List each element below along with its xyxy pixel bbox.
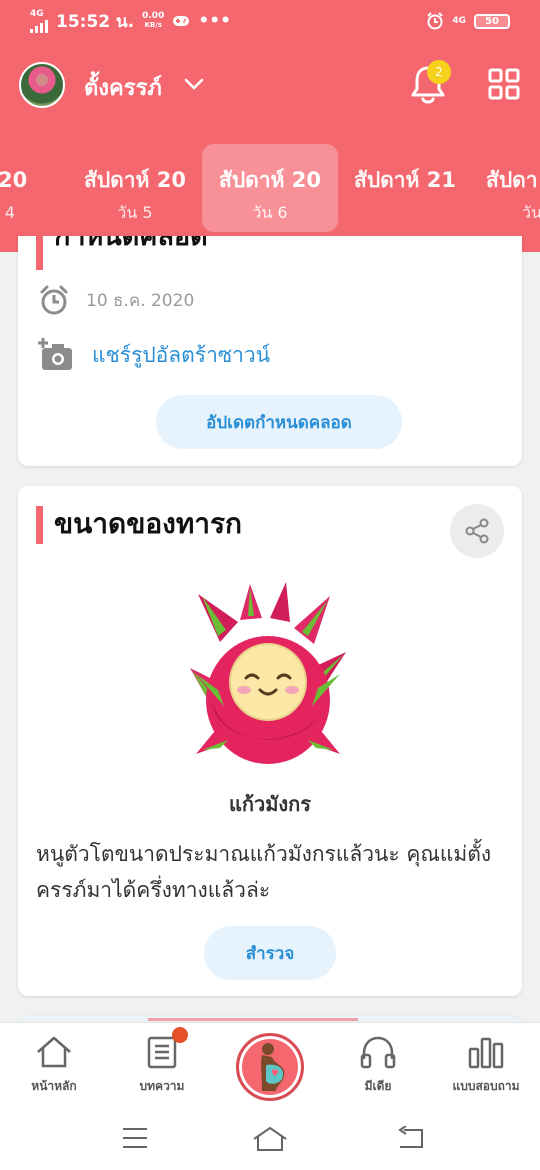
alarm-icon — [427, 12, 444, 30]
week-tab-label: สัปดาห์ 20 — [84, 168, 186, 192]
clock: 15:52 น. — [56, 11, 135, 32]
nav-articles-label: บทความ — [139, 1079, 185, 1093]
unread-dot — [172, 1027, 188, 1043]
net-speed-value: 0.00 — [142, 11, 165, 21]
week-tab-day: วัน — [522, 203, 540, 222]
home-icon — [37, 1036, 71, 1068]
dragon-fruit-illustration — [190, 582, 346, 764]
nav-media-label: มีเดีย — [364, 1079, 392, 1093]
update-due-date-label: อัปเดตกำหนดคลอด — [206, 412, 352, 433]
nav-media[interactable]: มีเดีย — [328, 1035, 428, 1096]
share-button[interactable] — [450, 504, 504, 558]
back-icon[interactable] — [396, 1126, 426, 1150]
week-tab[interactable]: สัปดาห์ 20 วัน 5 — [67, 144, 203, 232]
nav-home-label: หน้าหลัก — [31, 1079, 77, 1093]
headphones-icon — [360, 1036, 396, 1069]
explore-button-label: สำรวจ — [245, 943, 295, 964]
week-tab[interactable]: สัปดาห์ 21 — [337, 144, 473, 232]
fruit-name: แก้วมังกร — [228, 792, 312, 816]
battery-icon: 50 — [474, 13, 510, 29]
signal-indicator: 4G — [30, 8, 48, 33]
nav-survey[interactable]: แบบสอบถาม — [436, 1035, 536, 1096]
chevron-down-icon[interactable] — [183, 73, 205, 95]
week-tab-day: วัน 5 — [117, 203, 153, 222]
week-selector: ห์ 20 น 4 สัปดาห์ 20 วัน 5 สัปดาห์ 20 วั… — [0, 142, 540, 236]
week-tab[interactable]: สัปดา วัน — [472, 144, 540, 232]
week-tab-label: ห์ 20 — [0, 168, 28, 192]
week-tab-label: สัปดาห์ 21 — [354, 168, 456, 192]
week-tab-day: น 4 — [0, 203, 16, 222]
due-date-value: 10 ธ.ค. 2020 — [86, 290, 195, 311]
pregnant-mother-icon — [261, 1043, 285, 1091]
week-tab[interactable]: ห์ 20 น 4 — [0, 144, 70, 232]
share-icon — [465, 518, 489, 544]
status-bar: 4G 15:52 น. 0.00 KB/s ••• 4G 50 — [0, 0, 540, 42]
due-date-row: 10 ธ.ค. 2020 — [38, 284, 194, 316]
profile-name[interactable]: ตั้งครรภ์ — [84, 70, 162, 105]
fruit-description: หนูตัวโตขนาดประมาณแก้วมังกรแล้วนะ คุณแม่… — [36, 842, 492, 902]
notification-count: 2 — [435, 65, 443, 79]
system-home-icon[interactable] — [252, 1126, 288, 1152]
nav-home[interactable]: หน้าหลัก — [4, 1035, 104, 1096]
app-bar: ตั้งครรภ์ 2 — [0, 56, 540, 114]
week-tab-selected[interactable]: สัปดาห์ 20 วัน 6 — [202, 144, 338, 232]
due-date-card-title: กำหนดคลอด — [36, 236, 208, 270]
nav-articles[interactable]: บทความ — [112, 1027, 212, 1096]
gamepad-icon — [173, 16, 190, 26]
baby-size-card: ขนาดของทารก แก้วมังกร หนูตัวโตขนาดประมาณ… — [18, 486, 522, 996]
network-type-left: 4G — [30, 8, 44, 19]
explore-button[interactable]: สำรวจ — [204, 926, 336, 980]
nav-survey-label: แบบสอบถาม — [452, 1079, 520, 1093]
status-right: 4G 50 — [426, 12, 510, 30]
add-photo-icon — [38, 338, 72, 370]
share-ultrasound-link[interactable]: แชร์รูปอัลตร้าซาวน์ — [92, 339, 270, 372]
due-date-card: กำหนดคลอด 10 ธ.ค. 2020 แชร์รูปอัลตร้าซาว… — [18, 236, 522, 466]
update-due-date-button[interactable]: อัปเดตกำหนดคลอด — [156, 395, 402, 449]
signal-icon — [30, 19, 48, 33]
avatar[interactable] — [19, 62, 65, 108]
net-speed: 0.00 KB/s — [142, 12, 164, 30]
system-navigation-bar — [0, 1108, 540, 1170]
bottom-navigation: หน้าหลัก บทความ มีเดีย แบบสอบถาม — [0, 1022, 540, 1108]
app-header: 4G 15:52 น. 0.00 KB/s ••• 4G 50 ตั้งครรภ… — [0, 0, 540, 252]
due-date-card-title-text: กำหนดคลอด — [54, 236, 208, 252]
week-tab-label: สัปดาห์ 20 — [219, 168, 321, 192]
week-tab-label: สัปดา — [486, 168, 538, 192]
baby-size-card-title: ขนาดของทารก — [36, 504, 242, 544]
grid-menu-icon[interactable] — [488, 68, 520, 100]
network-type-right: 4G — [452, 15, 466, 26]
overflow-indicator: ••• — [198, 11, 231, 31]
notification-badge: 2 — [427, 60, 451, 84]
week-tab-day: วัน 6 — [252, 203, 288, 222]
bar-chart-icon — [468, 1037, 504, 1069]
alarm-clock-icon — [40, 285, 68, 315]
share-ultrasound-row[interactable]: แชร์รูปอัลตร้าซาวน์ — [38, 338, 270, 372]
status-left: 4G 15:52 น. 0.00 KB/s ••• — [30, 8, 231, 35]
menu-icon[interactable] — [121, 1126, 149, 1150]
pregnancy-center-button[interactable] — [236, 1033, 304, 1101]
battery-level: 50 — [485, 15, 499, 27]
net-speed-unit: KB/s — [144, 21, 162, 29]
